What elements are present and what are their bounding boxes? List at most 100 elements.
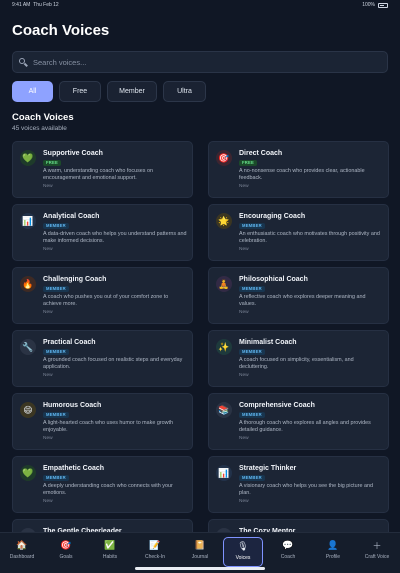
voice-card-analytical[interactable]: 📊 Analytical Coach MEMBER A data-driven … <box>12 204 193 261</box>
tab-label: Coach <box>280 554 296 560</box>
filter-member[interactable]: Member <box>107 81 157 102</box>
voice-name: Humorous Coach <box>43 402 102 409</box>
voice-description: A thorough coach who explores all angles… <box>239 420 371 433</box>
voice-description: A visionary coach who helps you see the … <box>239 483 373 496</box>
notepad-icon: 📝 <box>149 539 161 550</box>
voice-name: Comprehensive Coach <box>239 402 315 409</box>
status-time: 9:41 AM Thu Feb 12 <box>12 2 59 8</box>
voice-status: New <box>239 310 249 315</box>
voice-name: Practical Coach <box>43 339 96 346</box>
filter-chips: All Free Member Ultra <box>12 81 206 102</box>
wrench-icon: 🔧 <box>20 339 36 355</box>
bar-chart-icon: 📊 <box>216 465 232 481</box>
battery-percent: 100% <box>362 2 375 8</box>
tier-badge: MEMBER <box>43 223 69 229</box>
voice-card-philosophical[interactable]: 🧘 Philosophical Coach MEMBER A reflectiv… <box>208 267 389 324</box>
coach-voices-screen: 9:41 AM Thu Feb 12 100% Coach Voices All… <box>0 0 400 573</box>
user-icon: 👤 <box>327 539 339 550</box>
tab-coach[interactable]: 💬 Coach <box>268 537 308 567</box>
voice-status: New <box>239 373 249 378</box>
tab-label: Profile <box>325 554 341 560</box>
target-icon: 🎯 <box>216 150 232 166</box>
tab-label: Dashboard <box>9 554 35 560</box>
voice-description: A deeply understanding coach who connect… <box>43 483 173 496</box>
voice-card-strategic[interactable]: 📊 Strategic Thinker MEMBER A visionary c… <box>208 456 389 513</box>
filter-all[interactable]: All <box>12 81 53 102</box>
tab-label: Goals <box>59 554 73 560</box>
tab-label: Check-In <box>144 554 165 560</box>
bottom-tab-bar: 🏠 Dashboard 🎯 Goals ✅ Habits 📝 Check-In … <box>0 532 400 573</box>
tab-label: Journal <box>191 554 209 560</box>
tier-badge: FREE <box>239 160 257 166</box>
green-heart-icon: 💚 <box>20 150 36 166</box>
books-icon: 📚 <box>216 402 232 418</box>
search-bar[interactable] <box>12 51 388 73</box>
filter-ultra[interactable]: Ultra <box>163 81 206 102</box>
voice-card-encouraging[interactable]: 🌟 Encouraging Coach MEMBER An enthusiast… <box>208 204 389 261</box>
microphone-icon: 🎙 <box>237 540 249 551</box>
voice-card-minimalist[interactable]: ✨ Minimalist Coach MEMBER A coach focuse… <box>208 330 389 387</box>
notebook-icon: 📔 <box>194 539 206 550</box>
status-bar: 9:41 AM Thu Feb 12 100% <box>0 0 400 12</box>
tier-badge: MEMBER <box>43 475 69 481</box>
section-title: Coach Voices <box>12 112 74 123</box>
tab-craft-voice[interactable]: ＋ Craft Voice <box>357 537 397 567</box>
search-input[interactable] <box>33 57 363 67</box>
voice-status: New <box>43 499 53 504</box>
voice-name: Strategic Thinker <box>239 465 297 472</box>
search-icon <box>19 57 28 67</box>
tier-badge: MEMBER <box>43 349 69 355</box>
voice-status: New <box>239 436 249 441</box>
voice-card-humorous[interactable]: 😄 Humorous Coach MEMBER A light-hearted … <box>12 393 193 450</box>
fire-icon: 🔥 <box>20 276 36 292</box>
voice-status: New <box>43 436 53 441</box>
tab-label: Habits <box>102 554 118 560</box>
filter-free[interactable]: Free <box>59 81 101 102</box>
tab-journal[interactable]: 📔 Journal <box>180 537 220 567</box>
tab-profile[interactable]: 👤 Profile <box>313 537 353 567</box>
voice-status: New <box>43 184 53 189</box>
voice-name: Encouraging Coach <box>239 213 306 220</box>
voice-name: Challenging Coach <box>43 276 107 283</box>
voice-card-challenging[interactable]: 🔥 Challenging Coach MEMBER A coach who p… <box>12 267 193 324</box>
tier-badge: MEMBER <box>239 349 265 355</box>
tab-check-in[interactable]: 📝 Check-In <box>135 537 175 567</box>
voice-card-comprehensive[interactable]: 📚 Comprehensive Coach MEMBER A thorough … <box>208 393 389 450</box>
voice-card-supportive[interactable]: 💚 Supportive Coach FREE A warm, understa… <box>12 141 193 198</box>
voice-status: New <box>239 184 249 189</box>
voice-description: A data-driven coach who helps you unders… <box>43 231 187 244</box>
tab-habits[interactable]: ✅ Habits <box>90 537 130 567</box>
sparkles-icon: ✨ <box>216 339 232 355</box>
tier-badge: MEMBER <box>239 286 265 292</box>
voice-description: An enthusiastic coach who motivates thro… <box>239 231 380 244</box>
voice-description: A coach focused on simplicity, essential… <box>239 357 354 370</box>
checkbox-icon: ✅ <box>104 539 116 550</box>
voice-name: Empathetic Coach <box>43 465 105 472</box>
tab-label: Craft Voice <box>364 554 390 560</box>
smile-icon: 😄 <box>20 402 36 418</box>
voice-description: A grounded coach focused on realistic st… <box>43 357 183 370</box>
star-icon: 🌟 <box>216 213 232 229</box>
bar-chart-icon: 📊 <box>20 213 36 229</box>
plus-icon: ＋ <box>372 540 382 551</box>
voice-status: New <box>239 499 249 504</box>
voice-status: New <box>43 310 53 315</box>
tab-dashboard[interactable]: 🏠 Dashboard <box>2 537 42 567</box>
voice-card-empathetic[interactable]: 💚 Empathetic Coach MEMBER A deeply under… <box>12 456 193 513</box>
tab-label: Voices <box>235 555 251 561</box>
voice-count: 45 voices available <box>12 125 67 132</box>
tier-badge: MEMBER <box>43 412 69 418</box>
green-heart-icon: 💚 <box>20 465 36 481</box>
voice-description: A warm, understanding coach who focuses … <box>43 168 153 181</box>
voice-card-practical[interactable]: 🔧 Practical Coach MEMBER A grounded coac… <box>12 330 193 387</box>
voice-name: Analytical Coach <box>43 213 100 220</box>
voice-name: Minimalist Coach <box>239 339 297 346</box>
home-indicator <box>135 567 265 570</box>
tab-goals[interactable]: 🎯 Goals <box>46 537 86 567</box>
tier-badge: FREE <box>43 160 61 166</box>
target-icon: 🎯 <box>60 539 72 550</box>
voice-card-direct[interactable]: 🎯 Direct Coach FREE A no-nonsense coach … <box>208 141 389 198</box>
voice-status: New <box>239 247 249 252</box>
voice-name: Direct Coach <box>239 150 283 157</box>
tab-voices[interactable]: 🎙 Voices <box>223 537 263 567</box>
